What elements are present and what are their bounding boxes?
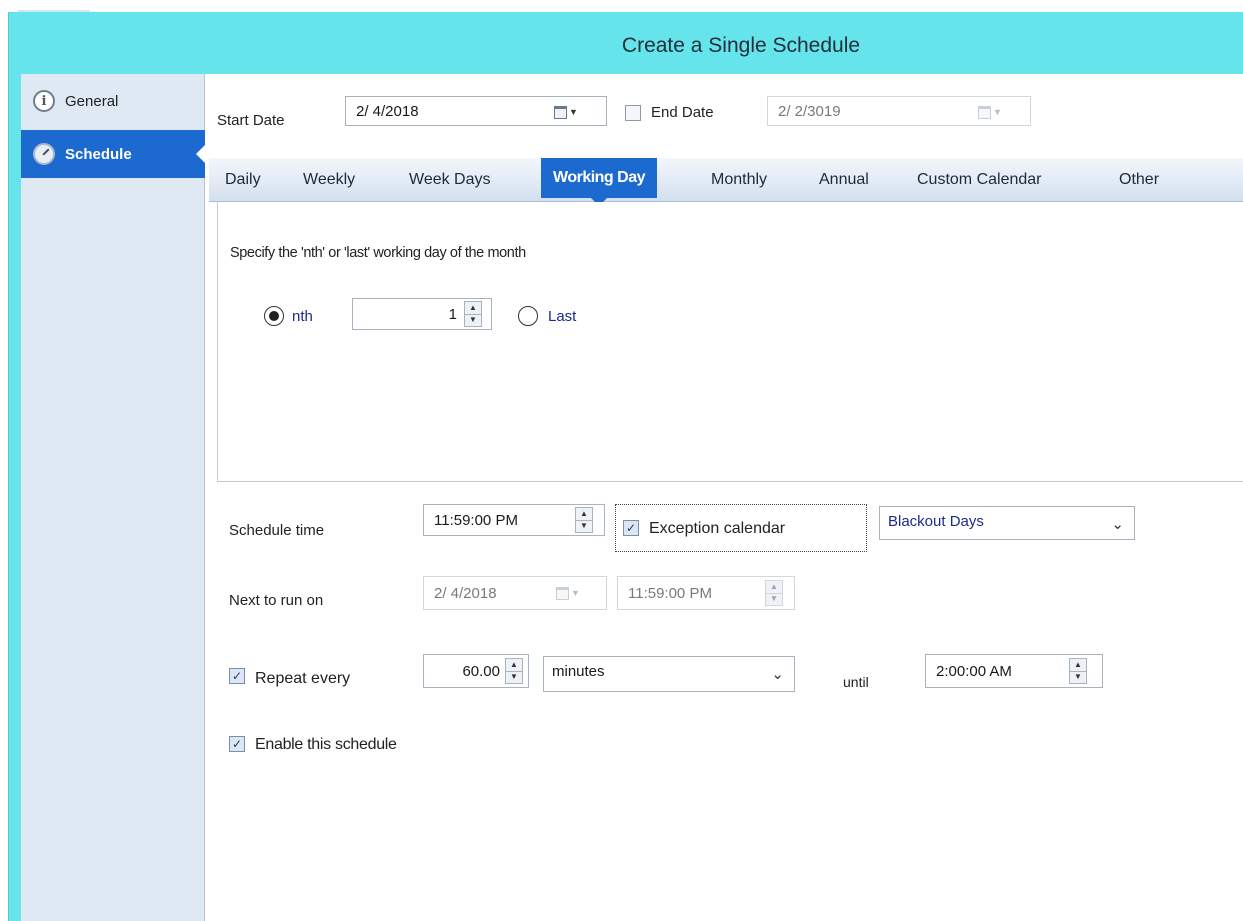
- enable-schedule-label: Enable this schedule: [255, 736, 397, 753]
- next-run-time-spinner: ▲ ▼: [765, 580, 783, 606]
- until-time-value: 2:00:00 AM: [936, 662, 1012, 680]
- schedule-type-tabs: Daily Weekly Week Days Working Day Month…: [209, 158, 1243, 206]
- exception-calendar-value: Blackout Days: [888, 513, 984, 530]
- nth-label: nth: [292, 308, 313, 325]
- next-run-time-value: 11:59:00 PM: [628, 584, 712, 602]
- end-date-picker[interactable]: 2/ 2/3019 ▼: [767, 96, 1031, 126]
- repeat-interval-spinner[interactable]: ▲ ▼: [505, 658, 523, 684]
- schedule-time-label: Schedule time: [229, 522, 325, 539]
- tab-daily[interactable]: Daily: [213, 158, 273, 202]
- window-title: Create a Single Schedule: [621, 34, 861, 57]
- calendar-dropdown-icon[interactable]: ▼: [554, 105, 578, 119]
- exception-calendar-checkbox[interactable]: ✓: [623, 520, 639, 536]
- end-date-label: End Date: [651, 104, 714, 121]
- sidebar-item-label: Schedule: [65, 145, 132, 163]
- working-day-instruction: Specify the 'nth' or 'last' working day …: [230, 245, 526, 261]
- next-run-date-picker: 2/ 4/2018 ▼: [423, 576, 607, 610]
- calendar-dropdown-icon[interactable]: ▼: [978, 105, 1002, 119]
- tab-annual[interactable]: Annual: [807, 158, 881, 202]
- enable-schedule-checkbox[interactable]: ✓: [229, 736, 245, 752]
- repeat-every-label: Repeat every: [255, 670, 351, 687]
- tab-weekly[interactable]: Weekly: [291, 158, 367, 202]
- info-icon: i: [33, 90, 55, 112]
- end-date-checkbox[interactable]: [625, 105, 641, 121]
- schedule-time-spinner[interactable]: ▲ ▼: [575, 507, 593, 533]
- sidebar-item-general[interactable]: i General: [21, 80, 205, 122]
- exception-calendar-label: Exception calendar: [649, 520, 786, 537]
- until-time-spinner[interactable]: ▲ ▼: [1069, 658, 1087, 684]
- start-date-label: Start Date: [217, 112, 285, 129]
- nth-radio[interactable]: [264, 306, 284, 326]
- sidebar-item-label: General: [65, 92, 119, 110]
- repeat-unit-value: minutes: [552, 663, 605, 680]
- next-run-label: Next to run on: [229, 592, 324, 609]
- nth-spinner[interactable]: ▲ ▼: [464, 301, 482, 327]
- main-content: Start Date 2/ 4/2018 ▼ End Date 2/ 2/301…: [205, 74, 1243, 921]
- schedule-time-value: 11:59:00 PM: [434, 511, 518, 529]
- last-label: Last: [548, 308, 577, 325]
- start-date-value: 2/ 4/2018: [356, 102, 419, 120]
- top-strip: [0, 0, 1243, 13]
- repeat-every-checkbox[interactable]: ✓: [229, 668, 245, 684]
- chevron-down-icon: ⌄: [1111, 516, 1124, 533]
- working-day-panel: Specify the 'nth' or 'last' working day …: [217, 202, 1243, 482]
- repeat-unit-select[interactable]: minutes ⌄: [543, 656, 795, 692]
- chevron-down-icon: ⌄: [771, 666, 784, 683]
- calendar-dropdown-icon: ▼: [556, 586, 580, 600]
- repeat-interval-value: 60.00: [462, 662, 500, 680]
- tab-custom-calendar[interactable]: Custom Calendar: [905, 158, 1054, 202]
- sidebar: i General Schedule: [21, 74, 206, 921]
- nth-value: 1: [448, 305, 457, 323]
- until-label: until: [843, 674, 869, 690]
- schedule-window: Create a Single Schedule i General Sched…: [8, 12, 1243, 921]
- last-radio[interactable]: [518, 306, 538, 326]
- tab-monthly[interactable]: Monthly: [699, 158, 779, 202]
- start-date-picker[interactable]: 2/ 4/2018 ▼: [345, 96, 607, 126]
- tab-other[interactable]: Other: [1107, 158, 1171, 202]
- exception-calendar-select[interactable]: Blackout Days ⌄: [879, 506, 1135, 540]
- clock-icon: [33, 143, 55, 165]
- sidebar-item-schedule[interactable]: Schedule: [21, 130, 206, 178]
- next-run-date-value: 2/ 4/2018: [434, 584, 497, 602]
- end-date-value: 2/ 2/3019: [778, 102, 841, 120]
- tab-working-day[interactable]: Working Day: [541, 158, 657, 206]
- tab-week-days[interactable]: Week Days: [397, 158, 503, 202]
